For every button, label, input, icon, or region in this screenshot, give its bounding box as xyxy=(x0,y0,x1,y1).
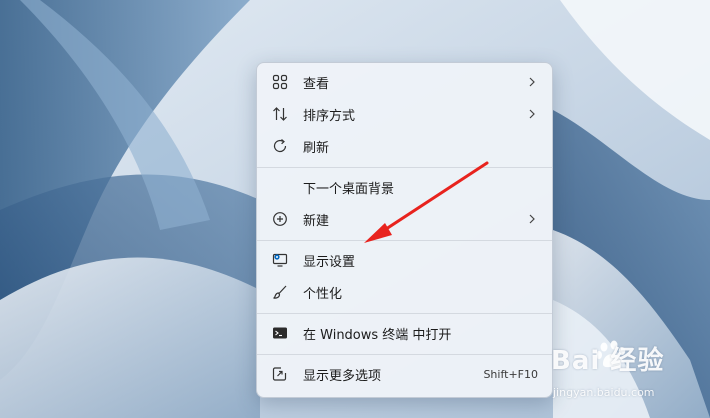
desktop-context-menu: 查看 排序方式 刷新 下一个桌面背景 新建 显示设置 个性化 在 Windows… xyxy=(256,62,553,398)
external-window-icon xyxy=(271,365,289,383)
chevron-right-icon xyxy=(526,76,538,88)
chevron-right-icon xyxy=(526,213,538,225)
menu-item-show-more-options[interactable]: 显示更多选项 Shift+F10 xyxy=(261,359,548,389)
sort-icon xyxy=(271,105,289,123)
watermark-url: jingyan.baidu.com xyxy=(553,386,655,399)
menu-item-next-background[interactable]: 下一个桌面背景 xyxy=(261,172,548,202)
menu-item-label: 显示设置 xyxy=(303,254,356,270)
menu-item-personalize[interactable]: 个性化 xyxy=(261,277,548,307)
terminal-icon xyxy=(271,324,289,342)
menu-separator xyxy=(257,240,552,241)
menu-item-label: 个性化 xyxy=(303,286,343,302)
menu-item-refresh[interactable]: 刷新 xyxy=(261,131,548,161)
display-settings-icon xyxy=(271,251,289,269)
baidu-jingyan-watermark: Bai 经验 jingyan.baidu.com xyxy=(543,338,703,410)
menu-item-label: 新建 xyxy=(303,213,330,229)
brush-icon xyxy=(271,283,289,301)
menu-item-label: 显示更多选项 xyxy=(303,368,382,384)
menu-separator xyxy=(257,354,552,355)
menu-item-label: 刷新 xyxy=(303,140,330,156)
menu-item-new[interactable]: 新建 xyxy=(261,204,548,234)
chevron-right-icon xyxy=(526,108,538,120)
refresh-icon xyxy=(271,137,289,155)
watermark-brand: Bai 经验 xyxy=(551,346,665,376)
menu-item-open-in-terminal[interactable]: 在 Windows 终端 中打开 xyxy=(261,318,548,348)
menu-item-display-settings[interactable]: 显示设置 xyxy=(261,245,548,275)
menu-item-sort-by[interactable]: 排序方式 xyxy=(261,99,548,129)
menu-item-label: 排序方式 xyxy=(303,108,356,124)
grid-icon xyxy=(271,73,289,91)
menu-item-label: 查看 xyxy=(303,76,330,92)
shortcut-hint: Shift+F10 xyxy=(483,367,538,381)
menu-separator xyxy=(257,313,552,314)
plus-circle-icon xyxy=(271,210,289,228)
menu-item-view[interactable]: 查看 xyxy=(261,67,548,97)
menu-separator xyxy=(257,167,552,168)
menu-item-label: 在 Windows 终端 中打开 xyxy=(303,327,452,343)
menu-item-label: 下一个桌面背景 xyxy=(303,181,395,197)
